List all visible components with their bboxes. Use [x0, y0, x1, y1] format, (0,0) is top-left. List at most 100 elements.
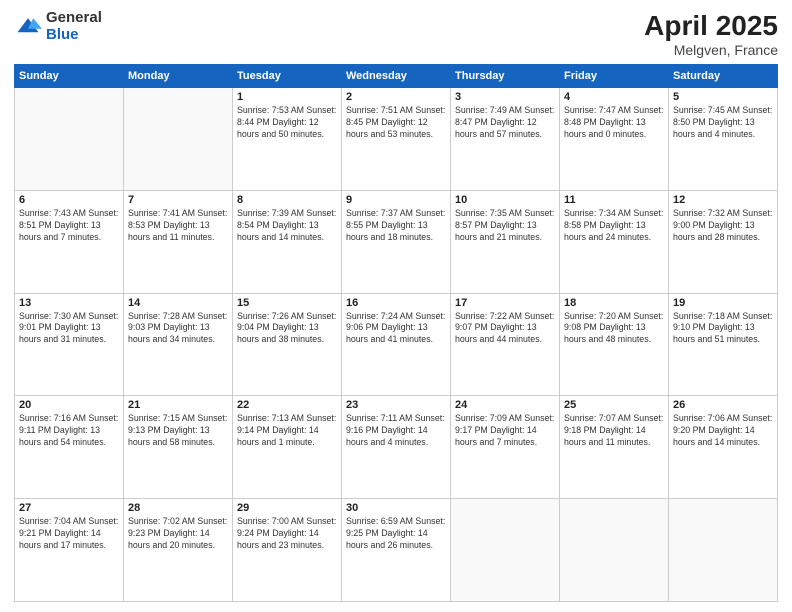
- table-row: [124, 88, 233, 191]
- table-row: 19 Sunrise: 7:18 AM Sunset: 9:10 PM Dayli…: [669, 293, 778, 396]
- table-row: 17 Sunrise: 7:22 AM Sunset: 9:07 PM Dayli…: [451, 293, 560, 396]
- table-row: 12Sunrise: 7:32 AM Sunset: 9:00 PM Dayli…: [669, 190, 778, 293]
- subtitle: Melgven, France: [644, 42, 778, 58]
- calendar-week-row: 1 Sunrise: 7:53 AM Sunset: 8:44 PM Daylig…: [15, 88, 778, 191]
- table-row: [15, 88, 124, 191]
- table-row: [560, 499, 669, 602]
- day-detail: Sunrise: 7:28 AM Sunset: 9:03 PM Dayligh…: [128, 311, 228, 347]
- header: General Blue April 2025 Melgven, France: [14, 10, 778, 58]
- calendar-week-row: 20Sunrise: 7:16 AM Sunset: 9:11 PM Dayli…: [15, 396, 778, 499]
- calendar-day-header: Thursday: [451, 65, 560, 88]
- day-number: 22: [237, 399, 337, 411]
- table-row: 4 Sunrise: 7:47 AM Sunset: 8:48 PM Daylig…: [560, 88, 669, 191]
- day-number: 19: [673, 297, 773, 309]
- day-number: 8: [237, 194, 337, 206]
- calendar-day-header: Saturday: [669, 65, 778, 88]
- day-number: 1: [237, 91, 337, 103]
- day-number: 17: [455, 297, 555, 309]
- table-row: 23 Sunrise: 7:11 AM Sunset: 9:16 PM Dayli…: [342, 396, 451, 499]
- day-detail: Sunrise: 7:11 AM Sunset: 9:16 PM Dayligh…: [346, 413, 446, 449]
- calendar-day-header: Monday: [124, 65, 233, 88]
- day-detail: Sunrise: 7:04 AM Sunset: 9:21 PM Dayligh…: [19, 516, 119, 552]
- table-row: 27 Sunrise: 7:04 AM Sunset: 9:21 PM Dayli…: [15, 499, 124, 602]
- day-detail: Sunrise: 7:02 AM Sunset: 9:23 PM Dayligh…: [128, 516, 228, 552]
- table-row: [451, 499, 560, 602]
- calendar-day-header: Sunday: [15, 65, 124, 88]
- logo-blue-text: Blue: [46, 27, 102, 44]
- title-block: April 2025 Melgven, France: [644, 10, 778, 58]
- day-number: 4: [564, 91, 664, 103]
- logo: General Blue: [14, 10, 102, 43]
- day-detail: Sunrise: 7:22 AM Sunset: 9:07 PM Dayligh…: [455, 311, 555, 347]
- day-number: 16: [346, 297, 446, 309]
- day-detail: Sunrise: 7:37 AM Sunset: 8:55 PM Dayligh…: [346, 208, 446, 244]
- table-row: 21 Sunrise: 7:15 AM Sunset: 9:13 PM Dayli…: [124, 396, 233, 499]
- day-detail: Sunrise: 7:30 AM Sunset: 9:01 PM Dayligh…: [19, 311, 119, 347]
- day-detail: Sunrise: 7:24 AM Sunset: 9:06 PM Dayligh…: [346, 311, 446, 347]
- day-number: 28: [128, 502, 228, 514]
- table-row: 26 Sunrise: 7:06 AM Sunset: 9:20 PM Dayli…: [669, 396, 778, 499]
- table-row: 22 Sunrise: 7:13 AM Sunset: 9:14 PM Dayli…: [233, 396, 342, 499]
- calendar-day-header: Wednesday: [342, 65, 451, 88]
- day-number: 26: [673, 399, 773, 411]
- day-number: 9: [346, 194, 446, 206]
- day-number: 27: [19, 502, 119, 514]
- day-number: 3: [455, 91, 555, 103]
- main-title: April 2025: [644, 10, 778, 42]
- day-number: 23: [346, 399, 446, 411]
- table-row: 6 Sunrise: 7:43 AM Sunset: 8:51 PM Daylig…: [15, 190, 124, 293]
- day-number: 10: [455, 194, 555, 206]
- day-number: 18: [564, 297, 664, 309]
- calendar-week-row: 27 Sunrise: 7:04 AM Sunset: 9:21 PM Dayli…: [15, 499, 778, 602]
- day-detail: Sunrise: 7:06 AM Sunset: 9:20 PM Dayligh…: [673, 413, 773, 449]
- day-number: 5: [673, 91, 773, 103]
- day-number: 24: [455, 399, 555, 411]
- day-number: 30: [346, 502, 446, 514]
- day-detail: Sunrise: 7:18 AM Sunset: 9:10 PM Dayligh…: [673, 311, 773, 347]
- day-detail: Sunrise: 7:41 AM Sunset: 8:53 PM Dayligh…: [128, 208, 228, 244]
- table-row: 7Sunrise: 7:41 AM Sunset: 8:53 PM Daylig…: [124, 190, 233, 293]
- day-detail: Sunrise: 6:59 AM Sunset: 9:25 PM Dayligh…: [346, 516, 446, 552]
- logo-text: General Blue: [46, 10, 102, 43]
- logo-general-text: General: [46, 10, 102, 27]
- day-number: 21: [128, 399, 228, 411]
- table-row: 11Sunrise: 7:34 AM Sunset: 8:58 PM Dayli…: [560, 190, 669, 293]
- table-row: 18Sunrise: 7:20 AM Sunset: 9:08 PM Dayli…: [560, 293, 669, 396]
- table-row: 10 Sunrise: 7:35 AM Sunset: 8:57 PM Dayli…: [451, 190, 560, 293]
- day-detail: Sunrise: 7:45 AM Sunset: 8:50 PM Dayligh…: [673, 105, 773, 141]
- table-row: 20Sunrise: 7:16 AM Sunset: 9:11 PM Dayli…: [15, 396, 124, 499]
- day-detail: Sunrise: 7:53 AM Sunset: 8:44 PM Dayligh…: [237, 105, 337, 141]
- day-number: 11: [564, 194, 664, 206]
- table-row: 3 Sunrise: 7:49 AM Sunset: 8:47 PM Daylig…: [451, 88, 560, 191]
- calendar-table: SundayMondayTuesdayWednesdayThursdayFrid…: [14, 64, 778, 602]
- day-detail: Sunrise: 7:47 AM Sunset: 8:48 PM Dayligh…: [564, 105, 664, 141]
- day-number: 25: [564, 399, 664, 411]
- table-row: 9 Sunrise: 7:37 AM Sunset: 8:55 PM Daylig…: [342, 190, 451, 293]
- table-row: 14Sunrise: 7:28 AM Sunset: 9:03 PM Dayli…: [124, 293, 233, 396]
- day-number: 29: [237, 502, 337, 514]
- table-row: 8Sunrise: 7:39 AM Sunset: 8:54 PM Daylig…: [233, 190, 342, 293]
- table-row: 15Sunrise: 7:26 AM Sunset: 9:04 PM Dayli…: [233, 293, 342, 396]
- calendar-header-row: SundayMondayTuesdayWednesdayThursdayFrid…: [15, 65, 778, 88]
- calendar-day-header: Friday: [560, 65, 669, 88]
- table-row: 28 Sunrise: 7:02 AM Sunset: 9:23 PM Dayli…: [124, 499, 233, 602]
- day-detail: Sunrise: 7:07 AM Sunset: 9:18 PM Dayligh…: [564, 413, 664, 449]
- table-row: 24 Sunrise: 7:09 AM Sunset: 9:17 PM Dayli…: [451, 396, 560, 499]
- day-number: 20: [19, 399, 119, 411]
- table-row: 1 Sunrise: 7:53 AM Sunset: 8:44 PM Daylig…: [233, 88, 342, 191]
- table-row: [669, 499, 778, 602]
- calendar-day-header: Tuesday: [233, 65, 342, 88]
- day-detail: Sunrise: 7:13 AM Sunset: 9:14 PM Dayligh…: [237, 413, 337, 449]
- day-detail: Sunrise: 7:15 AM Sunset: 9:13 PM Dayligh…: [128, 413, 228, 449]
- day-detail: Sunrise: 7:09 AM Sunset: 9:17 PM Dayligh…: [455, 413, 555, 449]
- day-detail: Sunrise: 7:00 AM Sunset: 9:24 PM Dayligh…: [237, 516, 337, 552]
- day-detail: Sunrise: 7:43 AM Sunset: 8:51 PM Dayligh…: [19, 208, 119, 244]
- day-detail: Sunrise: 7:35 AM Sunset: 8:57 PM Dayligh…: [455, 208, 555, 244]
- table-row: 29 Sunrise: 7:00 AM Sunset: 9:24 PM Dayli…: [233, 499, 342, 602]
- logo-icon: [14, 13, 42, 41]
- table-row: 13Sunrise: 7:30 AM Sunset: 9:01 PM Dayli…: [15, 293, 124, 396]
- day-number: 12: [673, 194, 773, 206]
- day-detail: Sunrise: 7:26 AM Sunset: 9:04 PM Dayligh…: [237, 311, 337, 347]
- day-number: 6: [19, 194, 119, 206]
- day-detail: Sunrise: 7:49 AM Sunset: 8:47 PM Dayligh…: [455, 105, 555, 141]
